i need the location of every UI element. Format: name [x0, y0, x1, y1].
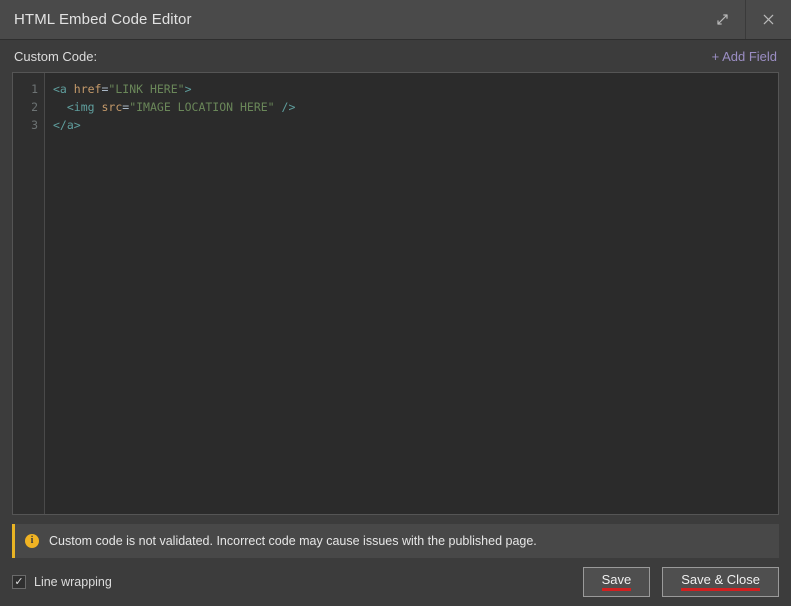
code-token-tag: </a> [53, 118, 81, 132]
expand-diagonal-icon[interactable] [699, 0, 745, 39]
code-token-str: "IMAGE LOCATION HERE" [129, 100, 275, 114]
code-line: <img src="IMAGE LOCATION HERE" /> [53, 98, 778, 116]
code-line: <a href="LINK HERE"> [53, 80, 778, 98]
close-icon[interactable] [745, 0, 791, 39]
code-input[interactable]: <a href="LINK HERE"> <img src="IMAGE LOC… [45, 73, 778, 514]
save-button[interactable]: Save [582, 567, 651, 597]
save-button-label: Save [601, 572, 632, 587]
save-and-close-button[interactable]: Save & Close [662, 567, 779, 597]
custom-code-subheader: Custom Code: + Add Field [0, 40, 791, 72]
editor-line-number: 1 [31, 82, 38, 96]
html-embed-code-editor-dialog: HTML Embed Code Editor Custom Code: + Ad… [0, 0, 791, 606]
code-line: </a> [53, 116, 778, 134]
validation-warning-bar: i Custom code is not validated. Incorrec… [12, 524, 779, 558]
line-wrapping-checkbox[interactable]: ✓ Line wrapping [12, 575, 112, 589]
add-field-button[interactable]: + Add Field [712, 49, 777, 64]
editor-line-number: 3 [31, 118, 38, 132]
line-wrapping-checkbox-box[interactable]: ✓ [12, 575, 26, 589]
code-token-str: "LINK HERE" [108, 82, 185, 96]
code-token-tag: /> [281, 100, 296, 114]
line-wrapping-label: Line wrapping [34, 575, 112, 589]
dialog-footer: ✓ Line wrapping Save Save & Close [0, 558, 791, 606]
save-and-close-button-underline [681, 588, 760, 591]
editor-line-number-gutter: 1 2 3 [13, 73, 45, 514]
info-circle-icon: i [25, 534, 39, 548]
save-and-close-button-label: Save & Close [681, 572, 760, 587]
custom-code-label: Custom Code: [14, 48, 98, 64]
validation-warning-text: Custom code is not validated. Incorrect … [49, 534, 537, 548]
code-token-attr: href [73, 82, 102, 96]
code-editor[interactable]: 1 2 3 <a href="LINK HERE"> <img src="IMAGE… [12, 72, 779, 515]
code-token-attr: src [101, 100, 123, 114]
code-token-tag: <a [53, 82, 74, 96]
code-token-tag: <img [66, 100, 102, 114]
code-token-tag: > [184, 82, 192, 96]
dialog-title: HTML Embed Code Editor [14, 11, 192, 28]
save-button-underline [601, 588, 632, 591]
dialog-titlebar: HTML Embed Code Editor [0, 0, 791, 40]
editor-line-number: 2 [31, 100, 38, 114]
